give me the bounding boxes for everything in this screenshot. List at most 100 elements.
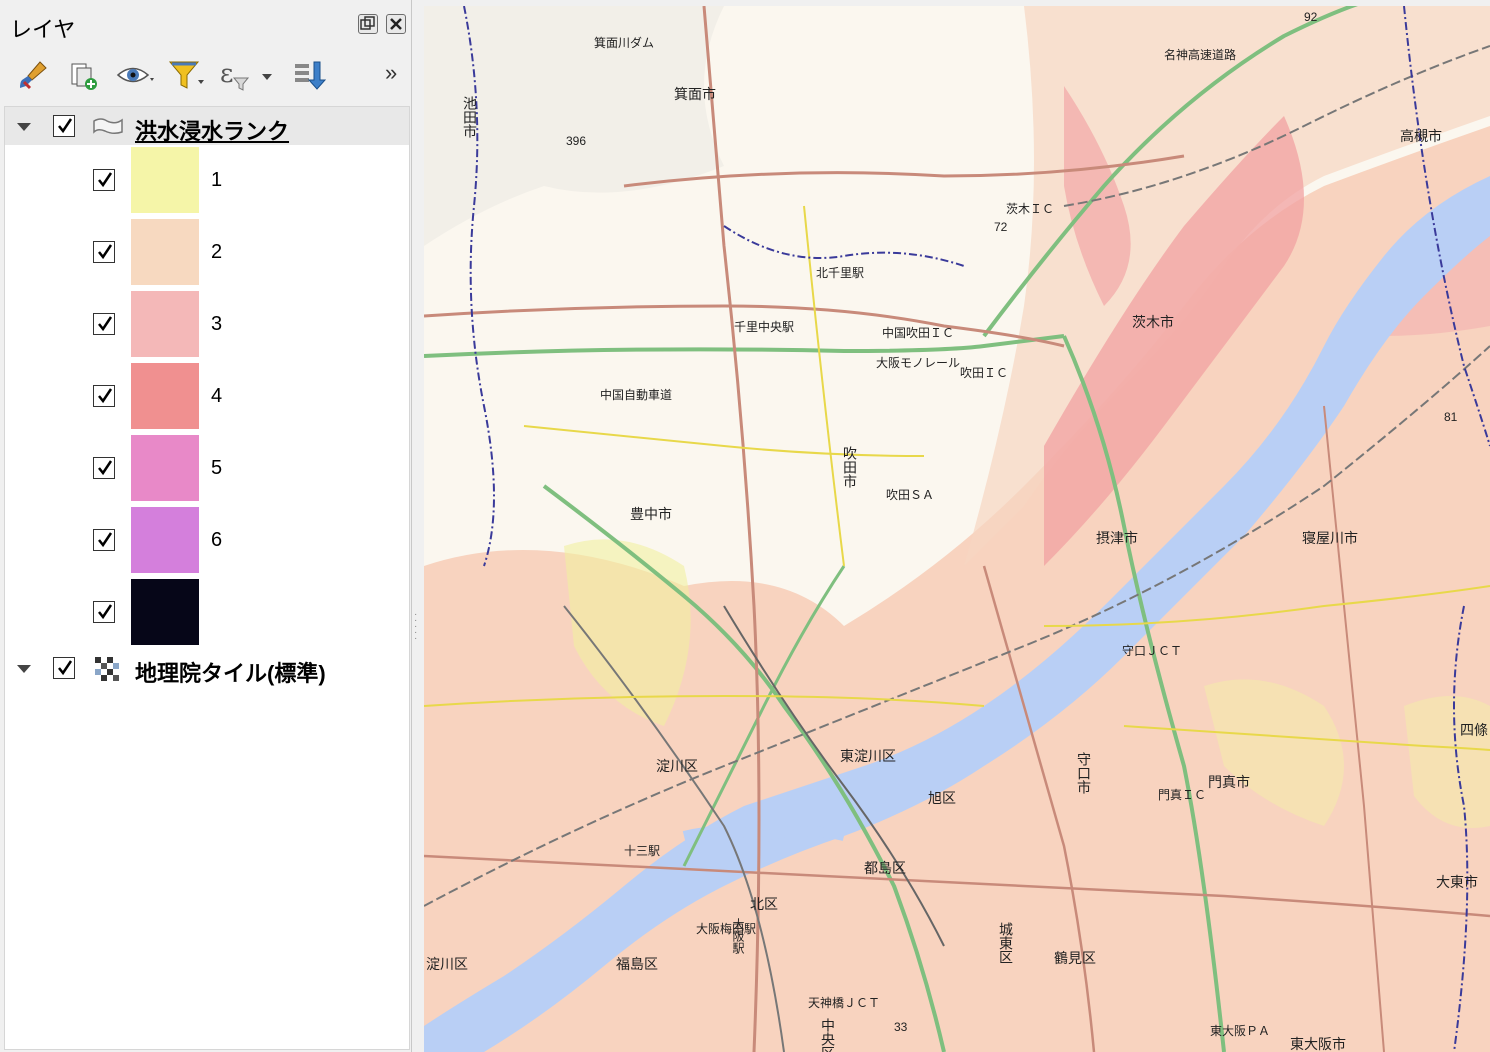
class-checkbox-4[interactable]: [93, 385, 115, 407]
class-swatch-6: [131, 507, 199, 573]
layer-tree: 洪水浸水ランク 1 2 3 4 5 6 地理院タイル(標準): [4, 106, 410, 1050]
checkmark-icon: [98, 388, 113, 404]
close-panel-button[interactable]: [386, 14, 406, 34]
map-label-ibaraki-ic: 茨木ＩＣ: [1006, 202, 1055, 216]
checkmark-icon: [98, 532, 113, 548]
expression-filter-icon[interactable]: ε: [218, 58, 272, 92]
collapse-arrow-icon[interactable]: [17, 665, 31, 673]
checkmark-icon: [58, 660, 73, 676]
map-label-ikeda: 池田市: [462, 96, 478, 138]
eye-icon[interactable]: [116, 58, 154, 92]
map-label-tsurumi: 鶴見区: [1054, 950, 1096, 966]
class-swatch-7: [131, 579, 199, 645]
float-panel-button[interactable]: [358, 14, 378, 34]
map-label-chuo: 中央区: [820, 1018, 836, 1052]
layer-name-flood[interactable]: 洪水浸水ランク: [135, 114, 289, 146]
legend-row-7: [5, 577, 409, 649]
panel-splitter[interactable]: · · · · ·: [414, 610, 420, 652]
legend-row-4: 4: [5, 361, 409, 433]
toolbar-overflow-button[interactable]: »: [385, 60, 397, 86]
map-label-tenjinbashi-jct: 天神橋ＪＣＴ: [808, 996, 881, 1010]
class-label-4: 4: [211, 385, 223, 407]
checkmark-icon: [98, 460, 113, 476]
map-label-minoh-dam: 箕面川ダム: [594, 36, 655, 50]
checkmark-icon: [98, 172, 113, 188]
map-label-kita-senri: 北千里駅: [816, 266, 865, 280]
checkmark-icon: [98, 244, 113, 260]
checkmark-icon: [98, 316, 113, 332]
map-label-minoh: 箕面市: [674, 86, 716, 102]
class-swatch-4: [131, 363, 199, 429]
map-label-umeda: 大阪梅田駅: [696, 922, 757, 936]
layers-panel: レイヤ ε » 洪水浸水ランク 1 2 3 4 5 6 地理院タイル(標準): [0, 0, 412, 1052]
class-swatch-1: [131, 147, 199, 213]
collapse-arrow-icon[interactable]: [17, 123, 31, 131]
map-label-elev-33: 33: [894, 1020, 908, 1034]
legend-row-3: 3: [5, 289, 409, 361]
class-label-6: 6: [211, 529, 223, 551]
class-label-3: 3: [211, 313, 223, 335]
map-label-senri-chuo: 千里中央駅: [734, 320, 795, 334]
map-label-higashiosaka: 東大阪市: [1290, 1036, 1346, 1052]
close-icon: [390, 18, 402, 30]
float-icon: [360, 16, 375, 30]
map-label-joto: 城東区: [998, 922, 1014, 964]
map-label-kadoma-ic: 門真ＩＣ: [1158, 788, 1207, 802]
polygon-layer-icon: [91, 116, 125, 141]
map-label-asahi: 旭区: [928, 790, 956, 806]
layer-row-flood[interactable]: 洪水浸水ランク: [5, 107, 409, 145]
map-label-ibaraki: 茨木市: [1132, 314, 1174, 330]
filter-icon[interactable]: [168, 58, 204, 92]
map-label-fukushima: 福島区: [616, 956, 658, 972]
map-label-shijo: 四條: [1460, 722, 1488, 738]
class-label-1: 1: [211, 169, 223, 191]
class-checkbox-2[interactable]: [93, 241, 115, 263]
class-label-2: 2: [211, 241, 223, 263]
map-label-elev-396: 396: [566, 134, 587, 148]
class-swatch-2: [131, 219, 199, 285]
layer-checkbox-flood[interactable]: [53, 115, 75, 137]
paintbrush-icon[interactable]: [16, 58, 50, 92]
move-layers-icon[interactable]: [292, 58, 327, 92]
class-label-5: 5: [211, 457, 223, 479]
map-label-daito: 大東市: [1436, 874, 1478, 890]
map-label-higashiosaka-pa: 東大阪ＰＡ: [1210, 1024, 1271, 1038]
class-checkbox-1[interactable]: [93, 169, 115, 191]
map-canvas[interactable]: 箕面市 池田市 豊中市 吹田市 茨木市 高槻市 摂津市 寝屋川市 守口市 門真市…: [424, 6, 1490, 1052]
class-checkbox-7[interactable]: [93, 601, 115, 623]
map-label-suita-ic: 吹田ＩＣ: [960, 366, 1009, 380]
map-label-yodogawa: 淀川区: [656, 758, 698, 774]
map-label-neyagawa: 寝屋川市: [1302, 530, 1358, 546]
map-label-meishin-expwy: 名神高速道路: [1164, 48, 1237, 62]
map-label-elev-81: 81: [1444, 410, 1458, 424]
layer-checkbox-gsi[interactable]: [53, 657, 75, 679]
map-label-miyakojima: 都島区: [864, 860, 906, 876]
map-label-yodogawa-west: 淀川区: [426, 956, 468, 972]
class-checkbox-6[interactable]: [93, 529, 115, 551]
add-group-icon[interactable]: [66, 58, 100, 92]
map-label-moriguchi: 守口市: [1076, 752, 1092, 794]
legend-row-6: 6: [5, 505, 409, 577]
layers-toolbar: ε: [0, 52, 412, 98]
class-swatch-5: [131, 435, 199, 501]
svg-text:ε: ε: [220, 59, 233, 89]
map-label-monorail: 大阪モノレール: [876, 356, 961, 370]
class-swatch-3: [131, 291, 199, 357]
map-label-suita: 吹田市: [842, 446, 858, 488]
map-label-takatsuki: 高槻市: [1400, 128, 1442, 144]
map-label-osaka-station: 大阪駅: [731, 918, 745, 954]
map-label-chugoku-suita-ic: 中国吹田ＩＣ: [882, 326, 955, 340]
layer-name-gsi[interactable]: 地理院タイル(標準): [135, 656, 326, 688]
layer-row-gsi[interactable]: 地理院タイル(標準): [5, 649, 409, 687]
panel-title: レイヤ: [10, 17, 76, 42]
checkmark-icon: [58, 118, 73, 134]
class-checkbox-3[interactable]: [93, 313, 115, 335]
map-label-moriguchi-jct: 守口ＪＣＴ: [1122, 644, 1183, 658]
legend-row-5: 5: [5, 433, 409, 505]
map-label-suita-sa: 吹田ＳＡ: [886, 488, 935, 502]
map-label-elev-72: 72: [994, 220, 1008, 234]
legend-row-1: 1: [5, 145, 409, 217]
map-label-juso: 十三駅: [624, 844, 661, 858]
class-checkbox-5[interactable]: [93, 457, 115, 479]
raster-layer-icon: [95, 657, 121, 686]
